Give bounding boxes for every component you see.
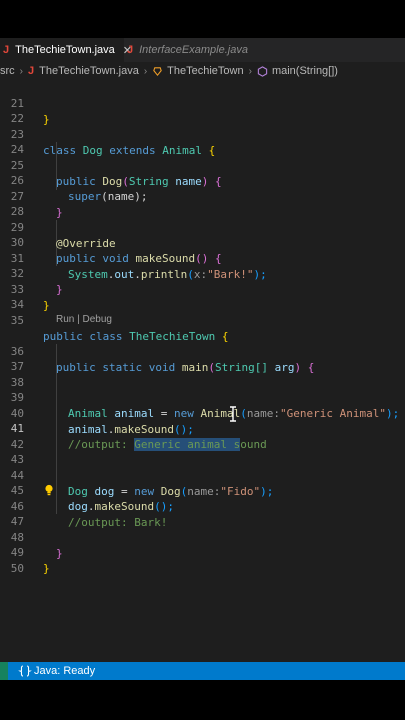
code-line: 36 public static void main(String[] arg)…: [10, 345, 315, 374]
code-line: 44 Dog dog = new Dog(name:"Fido");: [10, 469, 274, 498]
class-symbol-icon: [153, 66, 162, 76]
code-line: 28: [10, 205, 24, 218]
breadcrumb-method[interactable]: main(String[]): [272, 65, 338, 77]
code-line: 24: [10, 143, 24, 156]
code-line-current: 41 //output: Generic animal sound: [10, 422, 267, 451]
status-bar: Java: Ready: [0, 662, 405, 680]
chevron-right-icon: ›: [248, 65, 252, 77]
breadcrumb-file[interactable]: TheTechieTown.java: [39, 65, 139, 77]
method-symbol-icon: [257, 65, 268, 77]
tab-thetechietown-java[interactable]: J TheTechieTown.java ✕: [0, 38, 132, 62]
code-line: 46 //output: Bark!: [10, 500, 168, 529]
code-line: 31 System.out.println(x:"Bark!");: [10, 252, 267, 281]
code-line: 39 Animal animal = new Animal(name:"Gene…: [10, 391, 400, 420]
chevron-right-icon: ›: [19, 65, 24, 77]
code-line: 35 public class TheTechieTown {: [10, 314, 229, 343]
code-line: 21 }: [10, 97, 50, 126]
code-line: 45 dog.makeSound();: [10, 484, 174, 513]
code-line: 25 public Dog(String name) {: [10, 159, 222, 188]
code-line: 34: [10, 298, 24, 311]
run-debug-codelens[interactable]: Run | Debug: [56, 314, 112, 325]
text-cursor-icon: [230, 406, 236, 422]
breadcrumb-class[interactable]: TheTechieTown: [167, 65, 243, 77]
java-file-icon: J: [28, 65, 35, 77]
java-file-icon: J: [127, 44, 134, 56]
code-line: 49 }: [10, 546, 50, 575]
breadcrumb-folder[interactable]: src: [0, 65, 15, 77]
braces-icon[interactable]: [18, 665, 32, 677]
code-line: 48 }: [10, 531, 63, 560]
tab-label: TheTechieTown.java: [15, 44, 115, 56]
breadcrumb: src › J TheTechieTown.java › TheTechieTo…: [0, 62, 405, 80]
java-status[interactable]: Java: Ready: [34, 665, 95, 677]
tab-label: InterfaceExample.java: [139, 44, 248, 56]
code-line: 29 @Override: [10, 221, 116, 250]
code-line: 23 class Dog extends Animal {: [10, 128, 216, 157]
java-file-icon: J: [3, 44, 10, 56]
code-line: 47: [10, 515, 24, 528]
code-line: 32 }: [10, 267, 63, 296]
code-line: 40 animal.makeSound();: [10, 407, 194, 436]
remote-indicator[interactable]: [0, 662, 8, 680]
code-line: 33 }: [10, 283, 50, 312]
code-line: 43: [10, 453, 24, 466]
code-line: 42: [10, 438, 24, 451]
code-line: 37: [10, 360, 24, 373]
code-line: 50: [10, 562, 24, 575]
editor-tab-bar: J TheTechieTown.java ✕ J InterfaceExampl…: [0, 38, 405, 62]
code-line: 30 public void makeSound() {: [10, 236, 222, 265]
chevron-right-icon: ›: [143, 65, 148, 77]
code-line: 27 }: [10, 190, 63, 219]
code-editor[interactable]: 21 } 22 23 class Dog extends Animal { 24…: [0, 80, 405, 662]
code-line: 38: [10, 376, 24, 389]
code-line: 26 super(name);: [10, 174, 148, 203]
code-line: 22: [10, 112, 24, 125]
tab-interfaceexample-java[interactable]: J InterfaceExample.java: [124, 38, 274, 62]
lightbulb-icon[interactable]: [44, 484, 54, 496]
